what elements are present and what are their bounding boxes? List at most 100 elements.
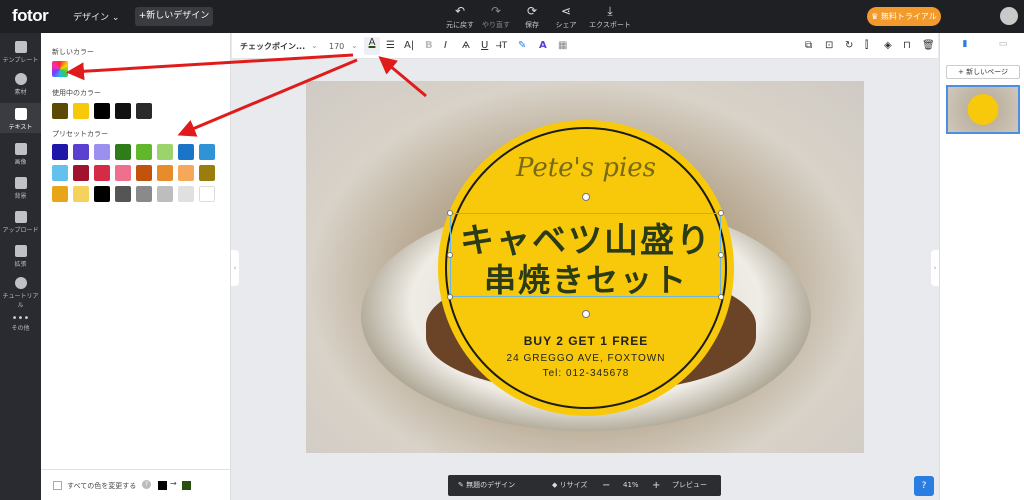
in-use-swatch[interactable] [94, 103, 110, 119]
avatar[interactable] [1000, 7, 1018, 25]
from-color-swatch[interactable] [158, 481, 167, 490]
rail-item-elements[interactable]: 素材 [0, 73, 41, 96]
trash-icon[interactable]: 🗑 [922, 40, 935, 52]
to-color-swatch[interactable] [182, 481, 191, 490]
tel-text[interactable]: Tel: 012-345678 [438, 368, 734, 379]
align-icon[interactable]: ☰ [386, 40, 395, 52]
resize-button[interactable]: ◆ リサイズ [552, 475, 587, 496]
italic-icon[interactable]: I [444, 40, 447, 52]
preset-swatch[interactable] [178, 144, 194, 160]
design-menu[interactable]: デザイン ⌄ [73, 10, 119, 23]
transparency-icon[interactable]: ▦ [558, 40, 567, 52]
preset-swatch[interactable] [178, 186, 194, 202]
layer-icon[interactable]: ◈ [884, 40, 892, 52]
preset-swatch[interactable] [52, 186, 68, 202]
buy-offer-text[interactable]: BUY 2 GET 1 FREE [438, 334, 734, 348]
rail-item-tutorial[interactable]: チュートリアル [0, 277, 41, 309]
color-picker-button[interactable] [52, 61, 68, 77]
pages-tab-icon[interactable]: ▮ [950, 39, 980, 55]
resize-handle-sw[interactable] [447, 294, 453, 300]
preset-swatch[interactable] [178, 165, 194, 181]
selection-box[interactable] [450, 213, 721, 297]
preset-swatch[interactable] [157, 144, 173, 160]
in-use-swatch[interactable] [73, 103, 89, 119]
preset-swatch[interactable] [73, 186, 89, 202]
effects-icon[interactable]: ✎ [518, 40, 526, 52]
in-use-swatch[interactable] [52, 103, 68, 119]
rail-item-background[interactable]: 背景 [0, 177, 41, 200]
preset-swatch[interactable] [52, 165, 68, 181]
resize-handle-e[interactable] [718, 252, 724, 258]
preset-swatch[interactable] [73, 165, 89, 181]
free-trial-button[interactable]: ♛ 無料トライアル [867, 7, 941, 26]
preset-swatch[interactable] [199, 165, 215, 181]
layers-tab-icon[interactable]: ▭ [988, 39, 1018, 55]
in-use-swatch[interactable] [136, 103, 152, 119]
in-use-swatch[interactable] [115, 103, 131, 119]
share-button[interactable]: ⋖ シェア [546, 5, 586, 30]
font-family-select[interactable]: チェックポイン... [240, 41, 305, 53]
align-objects-icon[interactable]: ⫿ [865, 40, 868, 52]
preset-title: プリセットカラー [52, 130, 108, 138]
address-text[interactable]: 24 GREGGO AVE, FOXTOWN [438, 353, 734, 364]
duplicate-icon[interactable]: ⧉ [805, 40, 812, 52]
new-design-button[interactable]: +新しいデザイン [135, 7, 213, 26]
preset-swatch[interactable] [115, 165, 131, 181]
collapse-left-handle[interactable]: ‹ [231, 250, 239, 286]
resize-handle-nw[interactable] [447, 210, 453, 216]
move-handle-icon[interactable] [582, 310, 590, 318]
rotate-handle-icon[interactable] [582, 193, 590, 201]
strikethrough-icon[interactable]: I̶T [499, 40, 507, 52]
pete-pies-text[interactable]: Pete's pies [438, 153, 734, 183]
preset-swatch[interactable] [136, 144, 152, 160]
undo-button[interactable]: ↶ 元に戻す [440, 5, 480, 30]
bold-icon[interactable]: B [425, 40, 433, 52]
preset-swatch[interactable] [94, 144, 110, 160]
page-thumbnail[interactable] [946, 85, 1020, 134]
rotate-icon[interactable]: ↻ [845, 40, 853, 52]
collapse-right-handle[interactable]: › [931, 250, 939, 286]
export-button[interactable]: ⤓ エクスポート [588, 5, 632, 30]
rail-item-upload[interactable]: アップロード [0, 211, 41, 234]
resize-handle-se[interactable] [718, 294, 724, 300]
preset-swatch[interactable] [136, 165, 152, 181]
zoom-level[interactable]: 41% [623, 475, 639, 496]
rail-item-image[interactable]: 画像 [0, 143, 41, 166]
redo-button[interactable]: ↷ やり直す [476, 5, 516, 30]
resize-handle-ne[interactable] [718, 210, 724, 216]
preset-swatch[interactable] [73, 144, 89, 160]
font-size-input[interactable]: 170 [329, 41, 344, 53]
preset-swatch[interactable] [157, 186, 173, 202]
rail-item-templates[interactable]: テンプレート [0, 41, 41, 64]
preset-swatch[interactable] [199, 144, 215, 160]
rail-item-more[interactable]: ••• その他 [0, 314, 41, 333]
zoom-in-button[interactable]: + [652, 475, 660, 496]
design-name[interactable]: ✎ 無題のデザイン [458, 475, 515, 496]
zoom-out-button[interactable]: − [602, 475, 610, 496]
preset-swatch[interactable] [52, 144, 68, 160]
preset-swatch[interactable] [94, 186, 110, 202]
lock-icon[interactable]: ⊓ [903, 40, 911, 52]
gradient-text-icon[interactable]: A [539, 40, 547, 52]
rail-item-apps[interactable]: 拡張 [0, 245, 41, 268]
preset-swatch[interactable] [199, 186, 215, 202]
preview-button[interactable]: プレビュー [672, 475, 707, 496]
preset-swatch[interactable] [136, 186, 152, 202]
help-circle-icon[interactable]: ? [142, 480, 151, 489]
preset-swatch[interactable] [157, 165, 173, 181]
add-page-button[interactable]: + 新しいページ [946, 65, 1020, 79]
uppercase-icon[interactable]: Ѧ [462, 40, 470, 52]
preset-swatch[interactable] [115, 186, 131, 202]
arrow-right-icon: → [170, 479, 177, 488]
resize-handle-w[interactable] [447, 252, 453, 258]
change-all-checkbox[interactable] [53, 481, 62, 490]
fotor-logo[interactable]: fotor [12, 6, 49, 26]
preset-swatch[interactable] [115, 144, 131, 160]
rail-item-text[interactable]: テキスト [0, 103, 41, 133]
underline-icon[interactable]: U [481, 40, 488, 52]
letter-spacing-icon[interactable]: A| [404, 40, 414, 52]
preset-swatch[interactable] [94, 165, 110, 181]
text-color-button[interactable]: A [364, 37, 380, 55]
crop-icon[interactable]: ⊡ [825, 40, 833, 52]
help-button[interactable]: ? [914, 476, 934, 496]
